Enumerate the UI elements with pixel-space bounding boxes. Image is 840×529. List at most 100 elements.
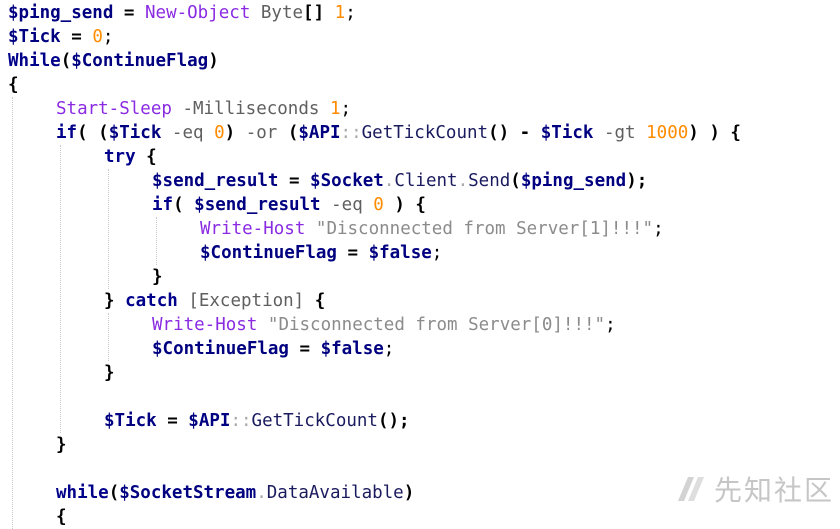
code-line[interactable]: } catch [Exception] { bbox=[104, 289, 325, 313]
code-line[interactable]: Write-Host "Disconnected from Server[1]!… bbox=[200, 217, 664, 241]
code-token: ( bbox=[108, 483, 120, 503]
code-token: Byte bbox=[250, 3, 304, 23]
watermark: 先知社区 bbox=[674, 470, 834, 508]
code-token: -Milliseconds bbox=[182, 99, 320, 119]
code-token: ) bbox=[224, 123, 236, 143]
code-token: $ping_send bbox=[8, 3, 114, 23]
code-token: $ContinueFlag bbox=[152, 339, 289, 359]
code-token: :: bbox=[230, 411, 252, 431]
code-token: ( ( bbox=[77, 123, 109, 143]
code-token: $send_result bbox=[152, 171, 279, 191]
code-line[interactable]: try { bbox=[104, 145, 157, 169]
code-token: } bbox=[56, 435, 67, 455]
code-token: $send_result bbox=[194, 195, 321, 215]
code-token: New-Object bbox=[145, 3, 251, 23]
code-token: { bbox=[56, 507, 67, 527]
code-token: $API bbox=[188, 411, 231, 431]
code-token: ( bbox=[173, 195, 195, 215]
code-token: catch bbox=[125, 291, 178, 311]
code-token: $Socket bbox=[310, 171, 384, 191]
code-token: GetTickCount bbox=[361, 123, 489, 143]
code-line[interactable]: { bbox=[8, 73, 19, 97]
code-line[interactable]: While($ContinueFlag) bbox=[8, 49, 219, 73]
code-token: $false bbox=[368, 243, 432, 263]
code-token: $Tick bbox=[104, 411, 157, 431]
code-token: . bbox=[383, 171, 395, 191]
code-token: while bbox=[56, 483, 109, 503]
code-line[interactable]: { bbox=[56, 505, 67, 529]
code-token: . bbox=[256, 483, 267, 503]
code-token: if bbox=[152, 195, 174, 215]
code-line[interactable]: if( $send_result -eq 0 ) { bbox=[152, 193, 426, 217]
code-token: ); bbox=[626, 171, 648, 191]
code-line[interactable]: $ContinueFlag = $false; bbox=[200, 241, 442, 265]
code-token: $ContinueFlag bbox=[200, 243, 337, 263]
code-token: = bbox=[123, 3, 135, 23]
code-token: $Tick bbox=[108, 123, 162, 143]
code-token: { bbox=[304, 291, 326, 311]
code-line[interactable]: if( ($Tick -eq 0) -or ($API::GetTickCoun… bbox=[56, 121, 741, 145]
code-token: [] bbox=[303, 3, 325, 23]
code-token: -eq bbox=[161, 123, 215, 143]
code-token: = bbox=[336, 243, 369, 263]
indent-guide bbox=[108, 169, 109, 289]
code-token: () bbox=[488, 123, 510, 143]
code-line[interactable]: $ping_send = New-Object Byte[] 1; bbox=[8, 1, 356, 25]
xianzhi-logo-icon bbox=[677, 477, 704, 501]
code-editor[interactable]: $ping_send = New-Object Byte[] 1; $Tick =… bbox=[0, 0, 840, 529]
code-token: = bbox=[288, 339, 321, 359]
code-token: { bbox=[135, 147, 157, 167]
code-line[interactable]: $send_result = $Socket.Client.Send($ping… bbox=[152, 169, 647, 193]
code-token: { bbox=[8, 75, 19, 95]
code-line[interactable]: $Tick = 0; bbox=[8, 25, 113, 49]
code-token: 1000 bbox=[646, 123, 689, 143]
code-token: = bbox=[71, 27, 82, 47]
code-line[interactable]: } bbox=[152, 265, 163, 289]
code-line[interactable]: $Tick = $API::GetTickCount(); bbox=[104, 409, 410, 433]
code-token: = bbox=[278, 171, 311, 191]
code-token: ) bbox=[208, 51, 219, 71]
watermark-text: 先知社区 bbox=[713, 474, 834, 507]
code-token: Write-Host bbox=[152, 315, 258, 335]
code-token: $ContinueFlag bbox=[71, 51, 209, 71]
code-token: $SocketStream bbox=[119, 483, 257, 503]
code-token: (); bbox=[377, 411, 410, 431]
code-line[interactable]: Write-Host "Disconnected from Server[0]!… bbox=[152, 313, 616, 337]
code-line[interactable]: } bbox=[56, 433, 67, 457]
code-token: ) ) { bbox=[688, 123, 741, 143]
code-token: GetTickCount bbox=[251, 411, 378, 431]
code-token: $Tick bbox=[8, 27, 61, 47]
code-token: ; bbox=[345, 3, 356, 23]
code-line[interactable]: while($SocketStream.DataAvailable) bbox=[56, 481, 414, 505]
code-token: 1 bbox=[329, 99, 341, 119]
code-token: [Exception] bbox=[188, 291, 305, 311]
code-line[interactable]: $ContinueFlag = $false; bbox=[152, 337, 394, 361]
code-token: -eq bbox=[320, 195, 374, 215]
code-token: Write-Host bbox=[200, 219, 306, 239]
code-token: ; bbox=[102, 27, 114, 47]
code-token: . bbox=[457, 171, 469, 191]
code-token: DataAvailable bbox=[266, 483, 404, 503]
code-token: = bbox=[156, 411, 189, 431]
code-line[interactable]: } bbox=[104, 361, 115, 385]
code-line[interactable]: Start-Sleep -Milliseconds 1; bbox=[56, 97, 351, 121]
code-token: 1 bbox=[334, 3, 346, 23]
code-token: Start-Sleep bbox=[56, 99, 172, 119]
code-token: ; bbox=[605, 315, 616, 335]
code-token: ; bbox=[340, 99, 352, 119]
code-token: $false bbox=[320, 339, 384, 359]
code-token: } bbox=[104, 363, 115, 383]
code-token: ( bbox=[287, 123, 299, 143]
code-token: ( bbox=[510, 171, 521, 191]
code-token: ; bbox=[431, 243, 443, 263]
code-token: Client bbox=[394, 171, 458, 191]
code-token: $API bbox=[298, 123, 341, 143]
code-token: -or bbox=[235, 123, 288, 143]
code-token: ; bbox=[383, 339, 395, 359]
